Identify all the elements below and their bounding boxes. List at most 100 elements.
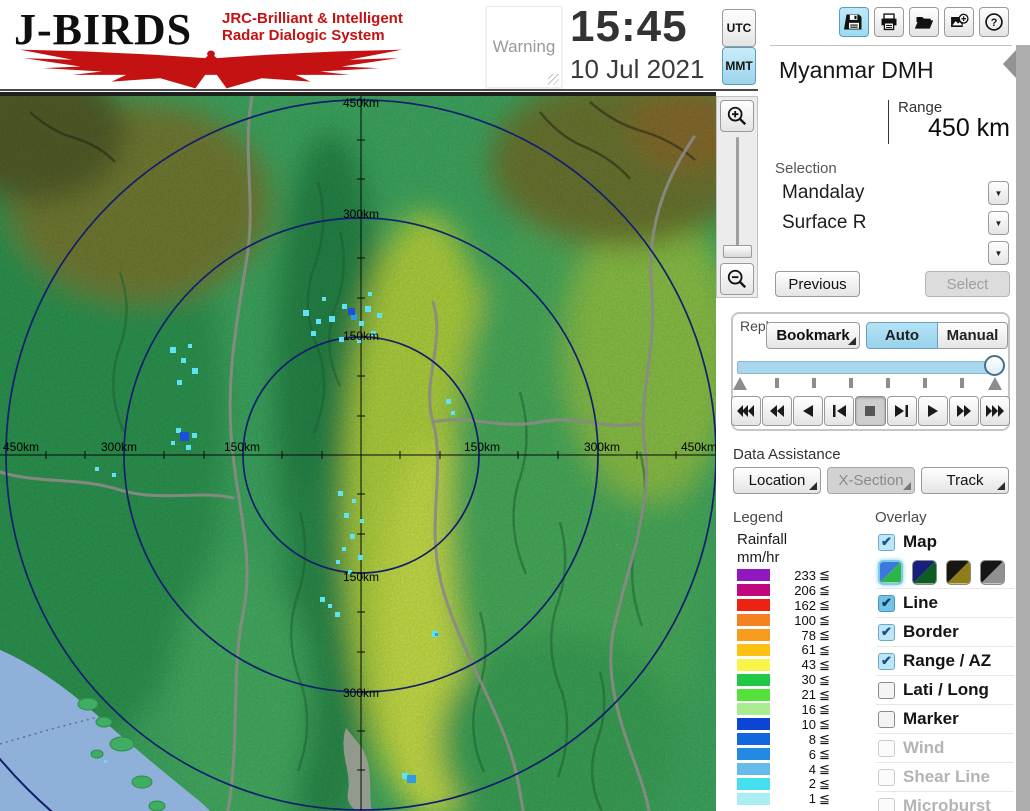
overlay-label: Border bbox=[903, 622, 959, 642]
zoom-in-button[interactable] bbox=[720, 100, 754, 132]
overlay-item-map[interactable]: ✔ Map bbox=[876, 528, 1014, 556]
rewind-button[interactable] bbox=[762, 396, 792, 426]
legend-value: 1 bbox=[770, 791, 816, 806]
selection-field-extra[interactable]: ▼ bbox=[775, 241, 1009, 267]
svg-text:?: ? bbox=[991, 17, 998, 29]
legend-comparator: ≦ bbox=[819, 642, 830, 658]
svg-text:300km: 300km bbox=[343, 207, 379, 221]
legend-value: 100 bbox=[770, 613, 816, 628]
clock-date: 10 Jul 2021 bbox=[570, 54, 704, 85]
step-forward-button[interactable] bbox=[887, 396, 917, 426]
overlay-label: Wind bbox=[903, 738, 944, 758]
panel-scroll-strip[interactable] bbox=[1016, 45, 1030, 811]
toolbar-divider bbox=[770, 45, 1012, 46]
select-button[interactable]: Select bbox=[925, 271, 1010, 297]
location-button[interactable]: Location bbox=[733, 467, 821, 494]
save-icon bbox=[844, 12, 864, 32]
overlay-label: Shear Line bbox=[903, 767, 990, 787]
legend-comparator: ≦ bbox=[819, 672, 830, 688]
replay-timeline-slider[interactable] bbox=[737, 361, 1001, 374]
zoom-slider-handle[interactable] bbox=[723, 245, 752, 258]
legend-color-swatch bbox=[737, 718, 770, 730]
chevron-down-icon: ▼ bbox=[995, 219, 1003, 228]
legend-color-swatch bbox=[737, 569, 770, 581]
play-reverse-button[interactable] bbox=[793, 396, 823, 426]
previous-button[interactable]: Previous bbox=[775, 271, 860, 297]
auto-mode-button[interactable]: Auto bbox=[866, 322, 938, 349]
timeline-end-marker[interactable] bbox=[988, 377, 1002, 390]
legend-color-swatch bbox=[737, 629, 770, 641]
timeline-start-marker[interactable] bbox=[733, 377, 747, 390]
map-style-swatch-4[interactable] bbox=[980, 560, 1005, 585]
selection-site-dropdown-button[interactable]: ▼ bbox=[988, 181, 1009, 205]
range-az-checkbox[interactable]: ✔ bbox=[878, 653, 895, 670]
selection-field-site[interactable]: Mandalay ▼ bbox=[775, 181, 1009, 207]
x-section-button[interactable]: X-Section bbox=[827, 467, 915, 494]
map-style-swatch-1[interactable] bbox=[878, 560, 903, 585]
map-checkbox[interactable]: ✔ bbox=[878, 534, 895, 551]
fast-rewind-button[interactable] bbox=[731, 396, 761, 426]
step-back-button[interactable] bbox=[824, 396, 854, 426]
overlay-item-marker[interactable]: Marker bbox=[876, 704, 1014, 733]
legend-value: 6 bbox=[770, 747, 816, 762]
resize-grip-icon[interactable] bbox=[548, 74, 559, 85]
open-file-button[interactable] bbox=[909, 7, 939, 37]
border-checkbox[interactable]: ✔ bbox=[878, 624, 895, 641]
zoom-slider-track[interactable] bbox=[736, 137, 739, 255]
legend-color-swatch bbox=[737, 659, 770, 671]
replay-slider-handle[interactable] bbox=[984, 355, 1005, 376]
menu-corner-icon bbox=[903, 482, 911, 490]
legend-value: 233 bbox=[770, 568, 816, 583]
forward-icon bbox=[957, 405, 971, 417]
overlay-item-lati-long[interactable]: Lati / Long bbox=[876, 675, 1014, 704]
map-zoom-control bbox=[716, 96, 758, 298]
overlay-item-range-az[interactable]: ✔ Range / AZ bbox=[876, 646, 1014, 675]
chevron-down-icon: ▼ bbox=[995, 189, 1003, 198]
fast-forward-button[interactable] bbox=[980, 396, 1010, 426]
station-name-box: Myanmar DMH bbox=[775, 50, 1012, 90]
selection-field-product[interactable]: Surface R ▼ bbox=[775, 211, 1009, 237]
legend-comparator: ≦ bbox=[819, 612, 830, 628]
legend-comparator: ≦ bbox=[819, 746, 830, 762]
zoom-out-button[interactable] bbox=[720, 263, 754, 295]
map-style-swatch-3[interactable] bbox=[946, 560, 971, 585]
wind-checkbox bbox=[878, 740, 895, 757]
legend-row: 8≦ bbox=[733, 732, 841, 747]
warning-panel[interactable]: Warning bbox=[486, 6, 562, 88]
marker-checkbox[interactable] bbox=[878, 711, 895, 728]
panel-collapse-arrow-icon[interactable] bbox=[1003, 50, 1016, 78]
save-button[interactable] bbox=[839, 7, 869, 37]
legend-value: 4 bbox=[770, 762, 816, 777]
manual-mode-button[interactable]: Manual bbox=[938, 322, 1008, 349]
utc-button[interactable]: UTC bbox=[722, 9, 756, 47]
overlay-item-border[interactable]: ✔ Border bbox=[876, 617, 1014, 646]
overlay-item-line[interactable]: ✔ Line bbox=[876, 588, 1014, 617]
legend-color-swatch bbox=[737, 763, 770, 775]
stop-button[interactable] bbox=[855, 396, 885, 426]
legend-row: 30≦ bbox=[733, 672, 841, 687]
radar-map[interactable]: 450km 300km 150km 150km 300km 450km 300k… bbox=[0, 92, 716, 811]
legend-comparator: ≦ bbox=[819, 657, 830, 673]
selection-extra-dropdown-button[interactable]: ▼ bbox=[988, 241, 1009, 265]
print-button[interactable] bbox=[874, 7, 904, 37]
lati-long-checkbox[interactable] bbox=[878, 682, 895, 699]
play-button[interactable] bbox=[918, 396, 948, 426]
legend-color-swatch bbox=[737, 733, 770, 745]
track-button[interactable]: Track bbox=[921, 467, 1009, 494]
add-image-button[interactable] bbox=[944, 7, 974, 37]
logo-subtitle-line1: JRC-Brilliant & Intelligent bbox=[222, 10, 403, 27]
legend-value: 8 bbox=[770, 732, 816, 747]
legend-unit: mm/hr bbox=[737, 549, 780, 566]
selection-product-dropdown-button[interactable]: ▼ bbox=[988, 211, 1009, 235]
forward-button[interactable] bbox=[949, 396, 979, 426]
location-label: Location bbox=[749, 472, 806, 489]
mmt-button[interactable]: MMT bbox=[722, 47, 756, 85]
range-value: 450 km bbox=[888, 114, 1010, 143]
legend-color-swatch bbox=[737, 703, 770, 715]
legend-value: 43 bbox=[770, 657, 816, 672]
line-checkbox[interactable]: ✔ bbox=[878, 595, 895, 612]
help-button[interactable]: ? bbox=[979, 7, 1009, 37]
bookmark-button[interactable]: Bookmark bbox=[766, 322, 860, 349]
zoom-in-icon bbox=[726, 105, 748, 127]
map-style-swatch-2[interactable] bbox=[912, 560, 937, 585]
